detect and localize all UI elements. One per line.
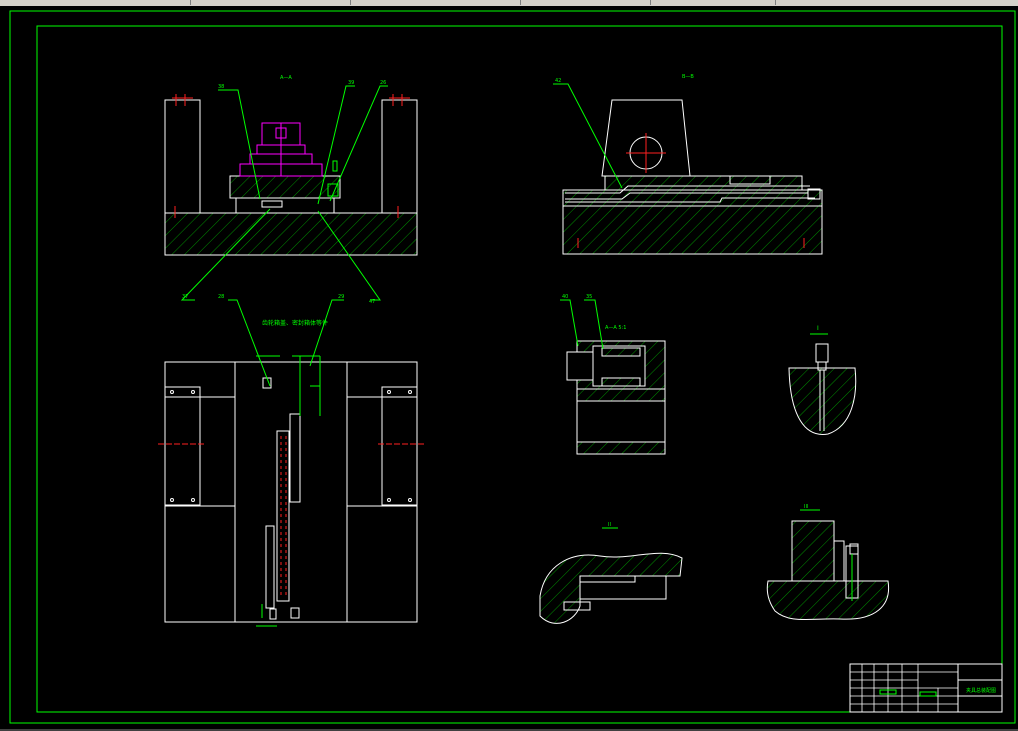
balloon-47: 40 [562, 294, 568, 300]
balloon-40: 47 [369, 299, 375, 305]
balloon-42: 35 [586, 294, 592, 300]
title-drawing-name: 夹具总装配图 [966, 687, 996, 694]
balloon-28: 28 [218, 294, 224, 300]
toolbar-segment[interactable] [525, 0, 651, 5]
toolbar-segment[interactable] [780, 0, 1018, 5]
title-block: 夹具总装配图 [849, 663, 1003, 713]
cad-drawing-canvas[interactable]: A—A 38 39 26 37 47 B—B 42 齿轮箱盖、密封箱体等件 28… [0, 6, 1018, 729]
view-detail-ii: II [539, 522, 683, 624]
view-detail-i: I [788, 325, 857, 435]
toolbar-segment[interactable] [655, 0, 776, 5]
balloon-37: 37 [182, 294, 188, 300]
balloon-38: 38 [218, 84, 224, 90]
center-note: 齿轮箱盖、密封箱体等件 [262, 319, 328, 327]
toolbar-segment[interactable] [360, 0, 521, 5]
view-top-left: A—A 38 39 26 37 47 [164, 75, 418, 305]
toolbar-segment[interactable] [0, 0, 191, 5]
detail-label-i: I [817, 325, 819, 332]
balloon-39: 39 [348, 80, 354, 86]
view-detail-iii: III [766, 504, 890, 621]
detail-label-ii: II [608, 522, 611, 528]
view-mid-section: A—A 5:1 40 35 [560, 294, 666, 455]
balloon-26: 26 [380, 80, 386, 86]
balloon-29: 29 [338, 294, 344, 300]
view-label-a: A—A [280, 75, 292, 81]
detail-label-iii: III [804, 504, 808, 510]
view-label-a-scale: A—A 5:1 [605, 325, 626, 331]
view-plan: 齿轮箱盖、密封箱体等件 28 29 [158, 294, 425, 627]
balloon-35: 42 [555, 78, 561, 84]
toolbar-segment[interactable] [200, 0, 351, 5]
view-top-right: B—B 42 [553, 74, 823, 255]
view-label-b: B—B [682, 74, 694, 80]
